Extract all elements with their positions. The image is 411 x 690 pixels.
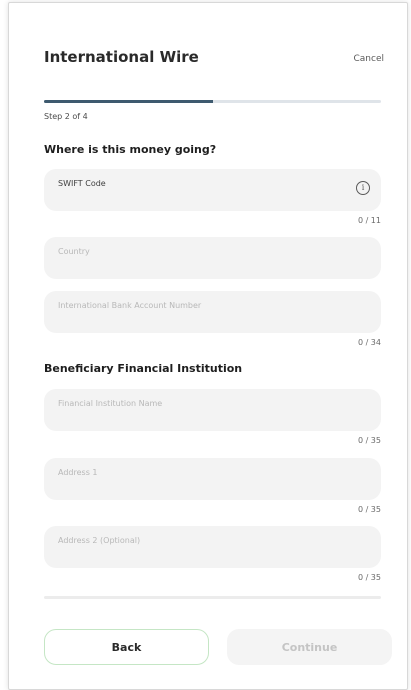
swift-code-field[interactable]: SWIFT Code i — [44, 169, 381, 211]
section-title-destination: Where is this money going? — [44, 143, 217, 156]
section-title-institution: Beneficiary Financial Institution — [44, 362, 243, 375]
iban-field[interactable]: International Bank Account Number — [44, 291, 381, 333]
cancel-link[interactable]: Cancel — [354, 54, 385, 64]
swift-code-label: SWIFT Code — [58, 179, 106, 188]
country-placeholder: Country — [58, 247, 90, 256]
institution-name-placeholder: Financial Institution Name — [58, 399, 163, 408]
address-2-counter: 0 / 35 — [357, 573, 381, 582]
wire-form-panel — [8, 2, 408, 690]
institution-name-counter: 0 / 35 — [357, 436, 381, 445]
iban-counter: 0 / 34 — [357, 338, 381, 347]
country-field[interactable]: Country — [44, 237, 381, 279]
page-title: International Wire — [44, 48, 199, 66]
address-2-placeholder: Address 2 (Optional) — [58, 536, 141, 545]
step-indicator: Step 2 of 4 — [44, 112, 88, 121]
iban-placeholder: International Bank Account Number — [58, 301, 202, 310]
address-1-field[interactable]: Address 1 — [44, 458, 381, 500]
progress-bar-fill — [44, 100, 213, 103]
progress-bar — [44, 100, 381, 103]
address-1-placeholder: Address 1 — [58, 468, 98, 477]
scroll-fade-divider — [44, 596, 381, 599]
info-icon[interactable]: i — [356, 181, 370, 195]
address-1-counter: 0 / 35 — [357, 505, 381, 514]
continue-button[interactable]: Continue — [227, 629, 392, 665]
back-button[interactable]: Back — [44, 629, 209, 665]
institution-name-field[interactable]: Financial Institution Name — [44, 389, 381, 431]
swift-code-counter: 0 / 11 — [357, 216, 381, 225]
address-2-field[interactable]: Address 2 (Optional) — [44, 526, 381, 568]
